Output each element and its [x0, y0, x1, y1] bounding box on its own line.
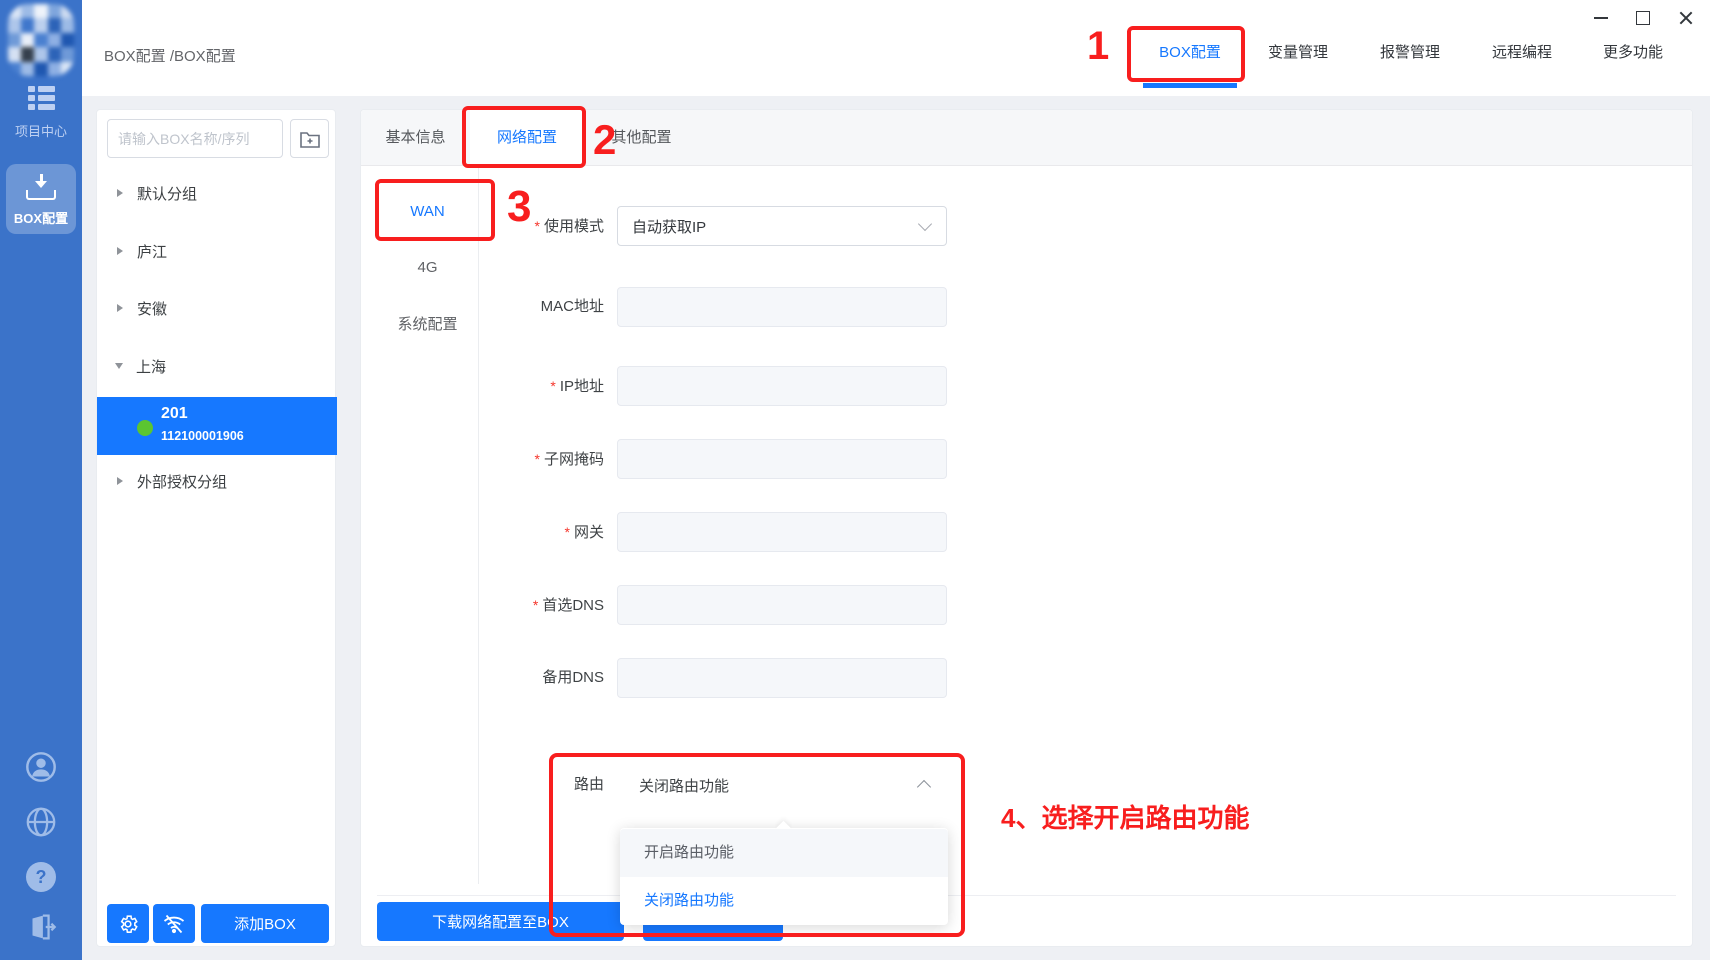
required-marker: *: [565, 524, 570, 540]
field-label-route: 路由: [421, 765, 604, 805]
settings-button[interactable]: [107, 904, 149, 943]
tree-group-label: 安徽: [137, 298, 167, 319]
top-nav-alarm-mgmt[interactable]: 报警管理: [1358, 40, 1462, 66]
tree-group-label: 外部授权分组: [137, 471, 227, 492]
device-tree-panel: 默认分组 庐江 安徽 上海 201 112100001906 外部授权分组: [96, 109, 336, 947]
add-group-button[interactable]: [290, 119, 329, 158]
folder-plus-icon: [299, 129, 321, 149]
box-config-download-icon: [26, 174, 56, 200]
field-label-gateway: *网关: [421, 512, 604, 552]
route-dropdown-menu: 开启路由功能 关闭路由功能: [620, 828, 948, 925]
breadcrumb: BOX配置 /BOX配置: [104, 45, 236, 66]
chevron-up-icon: [917, 780, 931, 794]
tree-group-lujiang[interactable]: 庐江: [97, 234, 337, 268]
exit-door-icon: [24, 910, 58, 944]
field-label-ip: *IP地址: [421, 366, 604, 406]
tree-group-default[interactable]: 默认分组: [97, 176, 337, 210]
annotation-step-4: 4、选择开启路由功能: [1001, 798, 1249, 835]
top-nav-variable-mgmt[interactable]: 变量管理: [1246, 40, 1350, 66]
collapsed-triangle-icon: [117, 477, 123, 485]
globe-icon: [24, 805, 58, 839]
top-nav-more-functions[interactable]: 更多功能: [1581, 40, 1685, 66]
collapsed-triangle-icon: [117, 189, 123, 197]
tab-network-config[interactable]: 网络配置: [470, 110, 584, 165]
download-network-config-button[interactable]: 下载网络配置至BOX: [377, 902, 624, 941]
window-minimize-button[interactable]: [1585, 4, 1617, 32]
mode-select[interactable]: 自动获取IP: [617, 206, 947, 246]
user-avatar-icon: [24, 750, 58, 784]
device-item-selected[interactable]: 201 112100001906: [97, 397, 337, 455]
sidebar-item-label: 项目中心: [0, 121, 82, 140]
close-icon: [1678, 10, 1694, 26]
collapsed-triangle-icon: [117, 304, 123, 312]
tree-group-label: 上海: [136, 356, 166, 377]
help-button[interactable]: ?: [0, 862, 82, 892]
project-center-grid-icon: [28, 86, 55, 113]
user-profile-button[interactable]: [0, 750, 82, 789]
wifi-config-button[interactable]: [153, 904, 195, 943]
config-panel: 基本信息 网络配置 其他配置 2 WAN 4G 系统配置 3 *使用模式 自动获…: [360, 109, 1693, 947]
active-nav-underline: [1143, 83, 1237, 88]
mac-address-input[interactable]: [617, 287, 947, 327]
field-label-subnet: *子网掩码: [421, 439, 604, 479]
minimize-icon: [1594, 17, 1608, 19]
online-status-dot: [137, 420, 153, 436]
tree-group-shanghai[interactable]: 上海: [97, 349, 337, 383]
tree-group-label: 庐江: [137, 241, 167, 262]
device-serial: 112100001906: [161, 429, 244, 443]
wifi-off-icon: [162, 912, 186, 936]
add-box-button[interactable]: 添加BOX: [201, 904, 329, 943]
subnet-mask-input[interactable]: [617, 439, 947, 479]
header: BOX配置 /BOX配置 BOX配置 变量管理 报警管理 远程编程 更多功能 1: [82, 0, 1710, 96]
field-label-mac: MAC地址: [421, 287, 604, 327]
gear-icon: [117, 913, 139, 935]
primary-dns-input[interactable]: [617, 585, 947, 625]
route-select[interactable]: 关闭路由功能: [639, 765, 947, 805]
sidebar-item-box-config[interactable]: BOX配置: [6, 164, 76, 234]
sidebar: 项目中心 BOX配置 ?: [0, 0, 82, 960]
tree-group-external-auth[interactable]: 外部授权分组: [97, 464, 337, 498]
field-label-primary-dns: *首选DNS: [421, 585, 604, 625]
question-icon: ?: [26, 862, 56, 892]
device-name: 201: [161, 405, 188, 423]
tree-group-label: 默认分组: [137, 183, 197, 204]
maximize-icon: [1636, 11, 1650, 25]
window-maximize-button[interactable]: [1627, 4, 1659, 32]
tab-other-config[interactable]: 其他配置: [584, 110, 699, 165]
field-label-backup-dns: 备用DNS: [421, 658, 604, 698]
mode-select-value: 自动获取IP: [632, 216, 920, 237]
field-label-mode: *使用模式: [421, 206, 604, 246]
app-window: 项目中心 BOX配置 ?: [0, 0, 1710, 960]
top-nav-box-config[interactable]: BOX配置: [1138, 40, 1242, 66]
footer-divider: [377, 895, 1676, 896]
tree-group-anhui[interactable]: 安徽: [97, 291, 337, 325]
search-input[interactable]: [107, 119, 283, 158]
language-button[interactable]: [0, 805, 82, 844]
chevron-down-icon: [918, 217, 932, 231]
expanded-triangle-icon: [115, 363, 123, 369]
ip-address-input[interactable]: [617, 366, 947, 406]
tab-basic-info[interactable]: 基本信息: [361, 110, 470, 165]
required-marker: *: [535, 451, 540, 467]
subtab-4g[interactable]: 4G: [377, 248, 478, 288]
route-select-value: 关闭路由功能: [639, 775, 919, 796]
sidebar-item-label: BOX配置: [6, 208, 76, 227]
window-close-button[interactable]: [1670, 4, 1702, 32]
logout-button[interactable]: [0, 910, 82, 949]
top-nav-remote-programming[interactable]: 远程编程: [1470, 40, 1574, 66]
route-option-enable[interactable]: 开启路由功能: [620, 829, 948, 877]
route-option-disable[interactable]: 关闭路由功能: [620, 877, 948, 925]
required-marker: *: [533, 597, 538, 613]
annotation-step-1: 1: [1087, 24, 1109, 69]
sidebar-item-project-center[interactable]: 项目中心: [0, 86, 82, 140]
backup-dns-input[interactable]: [617, 658, 947, 698]
gateway-input[interactable]: [617, 512, 947, 552]
required-marker: *: [535, 218, 540, 234]
collapsed-triangle-icon: [117, 247, 123, 255]
required-marker: *: [550, 378, 555, 394]
app-logo: [8, 4, 74, 76]
